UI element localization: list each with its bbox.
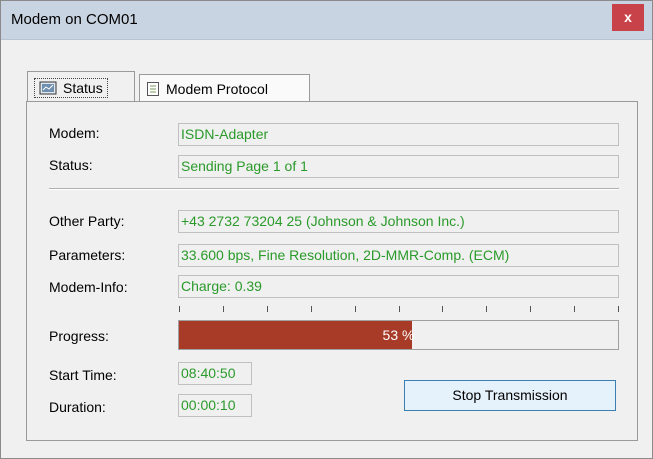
status-value: Sending Page 1 of 1 — [178, 155, 619, 178]
tab-status[interactable]: Status — [27, 71, 135, 103]
status-label: Status: — [49, 157, 93, 173]
monitor-icon — [39, 81, 57, 94]
parameters-label: Parameters: — [49, 247, 126, 263]
stop-transmission-button[interactable]: Stop Transmission — [404, 380, 616, 411]
progress-tick — [574, 306, 576, 312]
tab-modem-protocol-label: Modem Protocol — [166, 80, 268, 97]
progress-tick — [530, 306, 532, 312]
modem-label: Modem: — [49, 125, 100, 141]
progress-tick — [266, 306, 268, 312]
progress-tick — [442, 306, 444, 312]
progress-tick — [618, 306, 619, 312]
progress-bar: 53 % — [178, 320, 619, 350]
progress-tick — [310, 306, 312, 312]
progress-label: Progress: — [49, 328, 109, 344]
window-title: Modem on COM01 — [11, 11, 138, 28]
other-party-label: Other Party: — [49, 213, 125, 229]
progress-percent: 53 % — [382, 327, 415, 343]
parameters-value: 33.600 bps, Fine Resolution, 2D-MMR-Comp… — [178, 244, 619, 267]
close-button[interactable]: x — [612, 4, 644, 31]
duration-value: 00:00:10 — [178, 394, 252, 417]
modem-value: ISDN-Adapter — [178, 123, 619, 146]
duration-label: Duration: — [49, 399, 106, 415]
progress-ticks — [179, 306, 619, 314]
modem-info-value: Charge: 0.39 — [178, 275, 619, 298]
tab-modem-protocol[interactable]: Modem Protocol — [139, 74, 310, 102]
progress-tick — [179, 306, 180, 312]
modem-dialog: Modem on COM01 x Status Modem Protocol M… — [0, 0, 653, 459]
tab-focus-rect: Status — [34, 77, 108, 98]
progress-tick — [486, 306, 488, 312]
modem-info-label: Modem-Info: — [49, 279, 128, 295]
progress-tick — [354, 306, 356, 312]
tab-status-label: Status — [63, 79, 103, 96]
start-time-value: 08:40:50 — [178, 362, 252, 385]
title-bar[interactable]: Modem on COM01 x — [1, 1, 652, 40]
other-party-value: +43 2732 73204 25 (Johnson & Johnson Inc… — [178, 210, 619, 233]
progress-tick — [222, 306, 224, 312]
document-icon — [147, 81, 159, 96]
start-time-label: Start Time: — [49, 367, 117, 383]
progress-tick — [398, 306, 400, 312]
status-panel: Modem: ISDN-Adapter Status: Sending Page… — [26, 101, 638, 441]
separator — [49, 188, 619, 190]
